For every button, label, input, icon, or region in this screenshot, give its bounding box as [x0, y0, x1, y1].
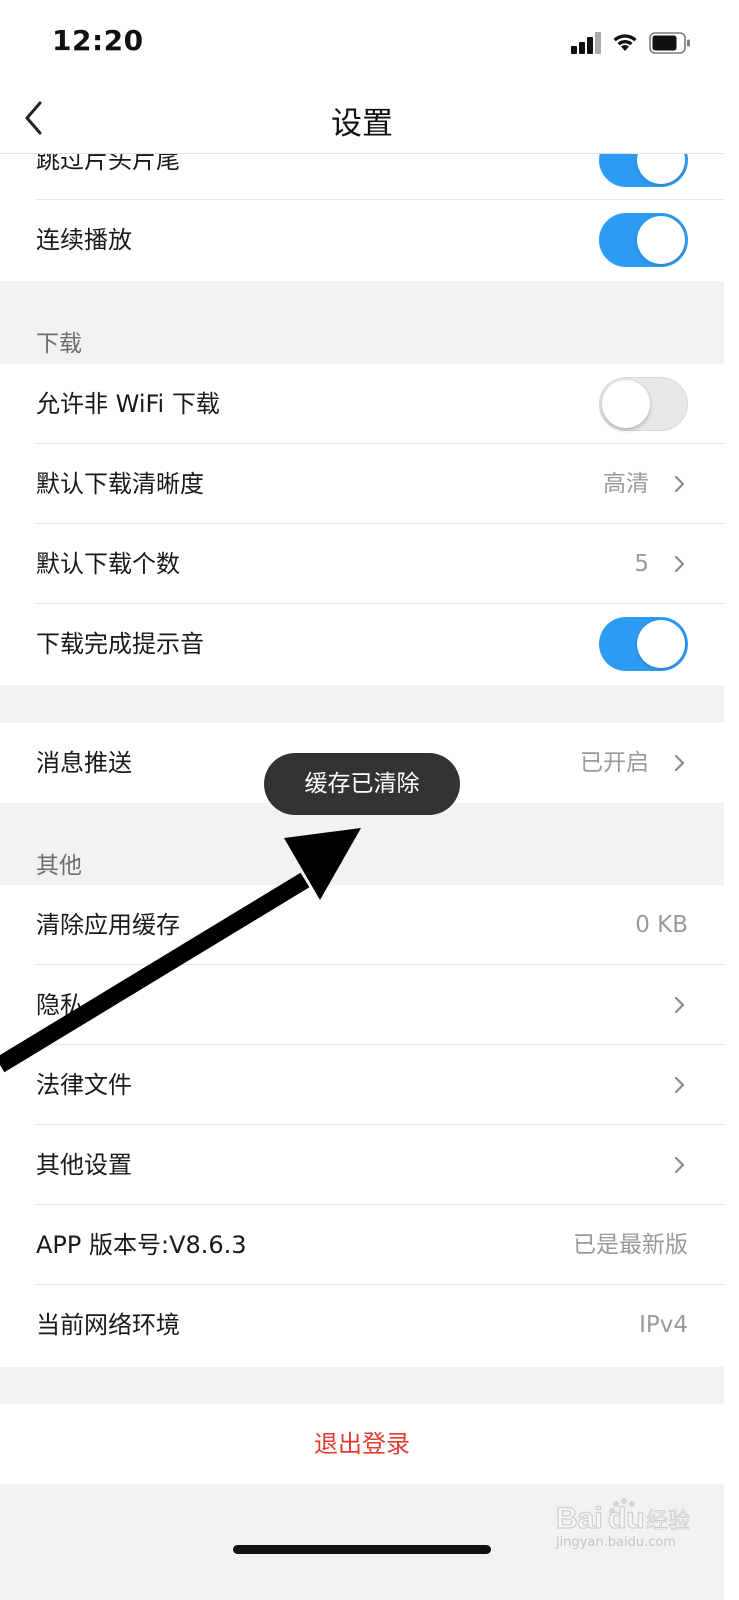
settings-screen: 12:20 设置 跳过片头片尾 连续播放 下载 允许非 WiFi 下载 默认下载…	[0, 0, 724, 1600]
svg-text:经验: 经验	[646, 1509, 690, 1534]
svg-text:du: du	[608, 1502, 645, 1535]
toggle-knob	[637, 216, 685, 264]
network-environment-row: 当前网络环境 IPv4	[0, 1285, 724, 1365]
chevron-right-icon	[674, 996, 685, 1014]
chevron-right-icon	[674, 475, 685, 493]
chevron-right-icon	[674, 555, 685, 573]
download-quality-value: 高清	[603, 471, 649, 497]
other-settings-label: 其他设置	[36, 1151, 132, 1179]
allow-cellular-label: 允许非 WiFi 下载	[36, 390, 220, 418]
section-header-download: 下载	[36, 331, 82, 357]
navigation-bar: 设置	[0, 86, 724, 154]
app-version-status: 已是最新版	[573, 1232, 688, 1258]
signal-icon	[571, 30, 603, 54]
playback-group: 跳过片头片尾 连续播放	[0, 154, 724, 281]
download-count-value: 5	[634, 551, 649, 577]
toggle-knob	[637, 620, 685, 668]
allow-cellular-toggle[interactable]	[599, 377, 688, 431]
chevron-right-icon	[674, 1156, 685, 1174]
skip-intro-label: 跳过片头片尾	[36, 154, 180, 174]
download-sound-row[interactable]: 下载完成提示音	[0, 604, 724, 684]
watermark-logo: Bai du 经验	[556, 1498, 690, 1536]
autoplay-label: 连续播放	[36, 226, 132, 254]
status-time: 12:20	[52, 24, 144, 57]
chevron-right-icon	[674, 754, 685, 772]
toast-cache-cleared: 缓存已清除	[264, 753, 460, 815]
toggle-knob	[602, 380, 650, 428]
push-notifications-label: 消息推送	[36, 749, 132, 777]
annotation-arrow	[0, 828, 361, 1073]
toast-text: 缓存已清除	[304, 771, 420, 797]
download-quality-label: 默认下载清晰度	[36, 470, 204, 498]
logout-row[interactable]: 退出登录	[0, 1404, 724, 1484]
download-sound-label: 下载完成提示音	[36, 630, 204, 658]
download-sound-toggle[interactable]	[599, 617, 688, 671]
other-settings-row[interactable]: 其他设置	[0, 1125, 724, 1205]
battery-icon	[649, 32, 690, 54]
push-notifications-value: 已开启	[580, 750, 649, 776]
watermark-url: jingyan.baidu.com	[556, 1535, 676, 1550]
download-count-row[interactable]: 默认下载个数 5	[0, 524, 724, 604]
right-edge-strip	[724, 0, 739, 1600]
toggle-knob	[637, 154, 685, 184]
download-quality-row[interactable]: 默认下载清晰度 高清	[0, 444, 724, 524]
skip-intro-toggle[interactable]	[599, 154, 688, 187]
svg-text:Bai: Bai	[556, 1502, 603, 1535]
download-group: 允许非 WiFi 下载 默认下载清晰度 高清 默认下载个数 5 下载完成提示音	[0, 364, 724, 685]
home-indicator[interactable]	[233, 1545, 491, 1554]
cache-size-value: 0 KB	[635, 912, 688, 938]
network-environment-value: IPv4	[639, 1312, 688, 1338]
app-version-label: APP 版本号:V8.6.3	[36, 1231, 247, 1259]
autoplay-toggle[interactable]	[599, 213, 688, 267]
status-bar: 12:20	[0, 0, 724, 86]
chevron-right-icon	[674, 1076, 685, 1094]
settings-list[interactable]: 跳过片头片尾 连续播放 下载 允许非 WiFi 下载 默认下载清晰度 高清 默认…	[0, 154, 724, 1484]
page-title: 设置	[331, 106, 393, 142]
allow-cellular-row[interactable]: 允许非 WiFi 下载	[0, 364, 724, 444]
logout-button[interactable]: 退出登录	[0, 1404, 724, 1484]
app-version-row[interactable]: APP 版本号:V8.6.3 已是最新版	[0, 1205, 724, 1285]
download-count-label: 默认下载个数	[36, 550, 180, 578]
skip-intro-row[interactable]: 跳过片头片尾	[0, 154, 724, 200]
wifi-icon	[613, 34, 637, 51]
network-environment-label: 当前网络环境	[36, 1311, 180, 1339]
autoplay-row[interactable]: 连续播放	[0, 200, 724, 280]
